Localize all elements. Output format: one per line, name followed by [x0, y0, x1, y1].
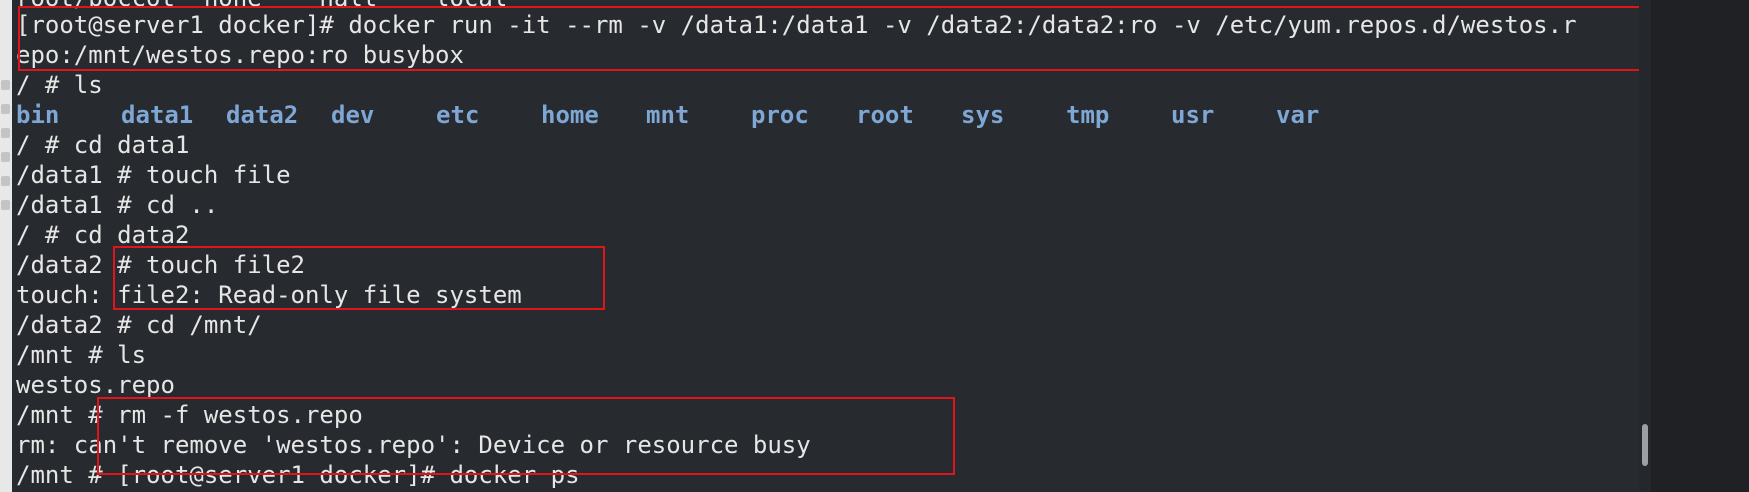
dir-entry: var [1276, 101, 1320, 129]
edge-icon [1, 128, 10, 138]
dir-entry: root [856, 101, 914, 129]
right-panel [1639, 0, 1749, 492]
edge-icon [1, 80, 10, 90]
dir-entry: data2 [226, 101, 299, 129]
dir-entry: tmp [1066, 101, 1110, 129]
dir-entry: sys [961, 101, 1005, 129]
scrollbar[interactable] [1639, 0, 1651, 492]
highlight-box-rm-error [97, 397, 955, 475]
edge-icon [1, 200, 10, 210]
touch-file-line: /data1 # touch file [16, 161, 291, 189]
ls-command: / # ls [16, 71, 103, 99]
edge-icon [1, 152, 10, 162]
dir-entry: data1 [121, 101, 194, 129]
scrollbar-thumb[interactable] [1642, 424, 1648, 466]
dir-entry: mnt [646, 101, 690, 129]
dir-entry: proc [751, 101, 809, 129]
edge-icon [1, 176, 10, 186]
cd-up-line: /data1 # cd .. [16, 191, 219, 219]
cd-mnt-line: /data2 # cd /mnt/ [16, 311, 262, 339]
highlight-box-readonly-error [113, 246, 605, 310]
dir-entry: usr [1171, 101, 1215, 129]
dir-entry: dev [331, 101, 375, 129]
ls-mnt-line: /mnt # ls [16, 341, 147, 369]
cd-data1-line: / # cd data1 [16, 131, 190, 159]
terminal-output[interactable]: root/boccot none halt local [root@server… [12, 0, 1639, 492]
mnt-listing-line: westos.repo [16, 371, 175, 399]
dir-entry: home [541, 101, 599, 129]
highlight-box-run-command [18, 6, 1639, 71]
dir-entry: bin [16, 101, 60, 129]
edge-icon [1, 104, 10, 114]
directory-listing: bin data1 data2 dev etc home mnt proc ro… [16, 100, 1416, 130]
dir-entry: etc [436, 101, 480, 129]
